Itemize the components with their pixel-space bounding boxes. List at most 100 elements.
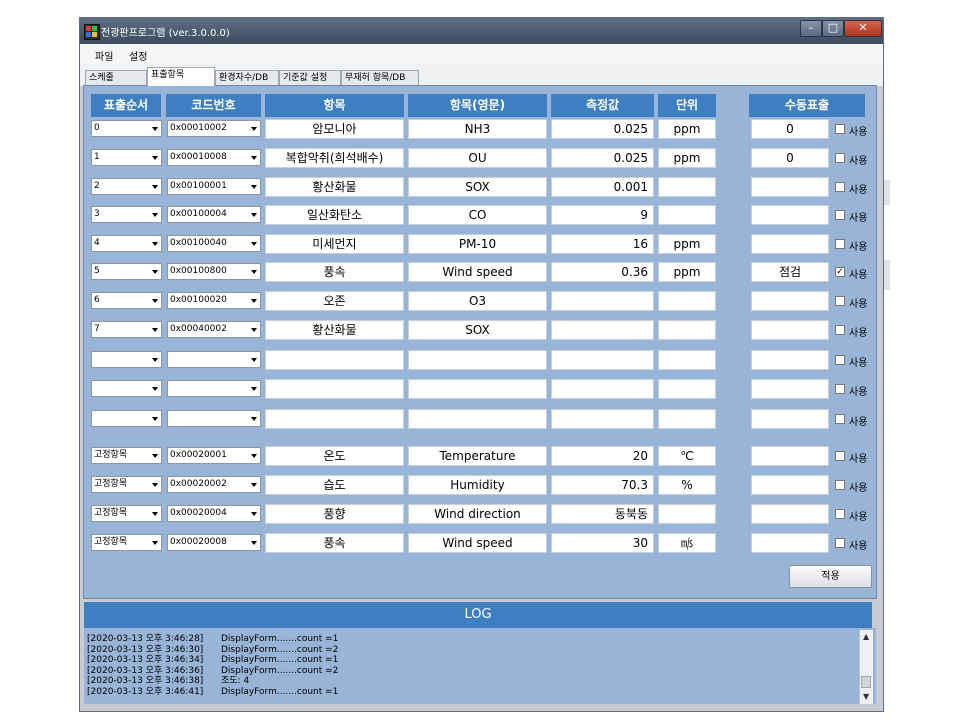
chevron-down-icon[interactable] (152, 417, 158, 421)
unit-cell[interactable]: % (658, 475, 716, 495)
value-cell[interactable] (551, 379, 654, 399)
chevron-down-icon[interactable] (251, 127, 257, 131)
use-checkbox[interactable] (835, 480, 845, 490)
value-cell[interactable]: 16 (551, 234, 654, 254)
value-cell[interactable]: 20 (551, 446, 654, 466)
item-name-cell[interactable]: 일산화탄소 (265, 205, 404, 225)
chevron-down-icon[interactable] (251, 454, 257, 458)
value-cell[interactable]: 0.025 (551, 148, 654, 168)
chevron-down-icon[interactable] (251, 213, 257, 217)
chevron-down-icon[interactable] (152, 213, 158, 217)
manual-value-cell[interactable] (751, 379, 829, 399)
order-combo[interactable]: 고정항목 (91, 476, 162, 493)
chevron-down-icon[interactable] (251, 185, 257, 189)
order-combo[interactable] (91, 410, 162, 427)
minimize-button[interactable]: – (800, 20, 822, 37)
value-cell[interactable]: 30 (551, 533, 654, 553)
chevron-down-icon[interactable] (251, 270, 257, 274)
item-en-cell[interactable]: Wind speed (408, 262, 547, 282)
chevron-down-icon[interactable] (251, 328, 257, 332)
manual-value-cell[interactable] (751, 205, 829, 225)
chevron-down-icon[interactable] (152, 156, 158, 160)
unit-cell[interactable]: ℃ (658, 446, 716, 466)
item-name-cell[interactable]: 풍속 (265, 262, 404, 282)
order-combo[interactable]: 5 (91, 263, 162, 280)
item-name-cell[interactable]: 오존 (265, 291, 404, 311)
item-en-cell[interactable]: Humidity (408, 475, 547, 495)
order-combo[interactable]: 7 (91, 321, 162, 338)
order-combo[interactable]: 4 (91, 235, 162, 252)
tab-schedule[interactable]: 스케줄 (85, 70, 147, 85)
use-checkbox[interactable] (835, 153, 845, 163)
item-en-cell[interactable]: PM-10 (408, 234, 547, 254)
unit-cell[interactable]: ppm (658, 119, 716, 139)
manual-value-cell[interactable] (751, 350, 829, 370)
code-combo[interactable]: 0x00100020 (167, 292, 261, 309)
manual-value-cell[interactable] (751, 504, 829, 524)
unit-cell[interactable] (658, 409, 716, 429)
unit-cell[interactable] (658, 504, 716, 524)
manual-value-cell[interactable]: 0 (751, 119, 829, 139)
tab-display-items[interactable]: 표출항목 (147, 67, 215, 86)
chevron-down-icon[interactable] (152, 185, 158, 189)
manual-value-cell[interactable] (751, 446, 829, 466)
item-en-cell[interactable]: CO (408, 205, 547, 225)
order-combo[interactable]: 고정항목 (91, 534, 162, 551)
use-checkbox[interactable]: ✓ (835, 267, 845, 277)
order-combo[interactable]: 0 (91, 120, 162, 137)
item-name-cell[interactable] (265, 350, 404, 370)
menu-settings[interactable]: 설정 (129, 48, 147, 63)
item-en-cell[interactable]: Wind speed (408, 533, 547, 553)
log-scrollbar[interactable]: ▲ ▼ (859, 630, 873, 704)
chevron-down-icon[interactable] (152, 328, 158, 332)
value-cell[interactable]: 70.3 (551, 475, 654, 495)
item-en-cell[interactable] (408, 409, 547, 429)
manual-value-cell[interactable]: 점검 (751, 262, 829, 282)
use-checkbox[interactable] (835, 355, 845, 365)
use-checkbox[interactable] (835, 239, 845, 249)
code-combo[interactable]: 0x00020004 (167, 505, 261, 522)
item-name-cell[interactable]: 풍속 (265, 533, 404, 553)
scroll-down-icon[interactable]: ▼ (863, 692, 869, 701)
item-name-cell[interactable]: 풍향 (265, 504, 404, 524)
unit-cell[interactable] (658, 205, 716, 225)
maximize-button[interactable]: □ (822, 20, 844, 37)
code-combo[interactable]: 0x00010002 (167, 120, 261, 137)
item-en-cell[interactable] (408, 350, 547, 370)
item-name-cell[interactable] (265, 409, 404, 429)
use-checkbox[interactable] (835, 182, 845, 192)
manual-value-cell[interactable] (751, 475, 829, 495)
chevron-down-icon[interactable] (251, 358, 257, 362)
tab-environment-db[interactable]: 환경자수/DB (215, 70, 279, 85)
chevron-down-icon[interactable] (251, 156, 257, 160)
item-name-cell[interactable]: 온도 (265, 446, 404, 466)
order-combo[interactable]: 3 (91, 206, 162, 223)
order-combo[interactable]: 1 (91, 149, 162, 166)
order-combo[interactable] (91, 351, 162, 368)
chevron-down-icon[interactable] (251, 299, 257, 303)
order-combo[interactable]: 2 (91, 178, 162, 195)
item-name-cell[interactable]: 황산화물 (265, 177, 404, 197)
value-cell[interactable]: 0.001 (551, 177, 654, 197)
code-combo[interactable]: 0x00010008 (167, 149, 261, 166)
code-combo[interactable]: 0x00100800 (167, 263, 261, 280)
use-checkbox[interactable] (835, 384, 845, 394)
use-checkbox[interactable] (835, 210, 845, 220)
order-combo[interactable]: 고정항목 (91, 505, 162, 522)
item-en-cell[interactable]: OU (408, 148, 547, 168)
code-combo[interactable] (167, 351, 261, 368)
chevron-down-icon[interactable] (251, 417, 257, 421)
chevron-down-icon[interactable] (251, 512, 257, 516)
manual-value-cell[interactable] (751, 177, 829, 197)
use-checkbox[interactable] (835, 296, 845, 306)
unit-cell[interactable] (658, 320, 716, 340)
chevron-down-icon[interactable] (152, 358, 158, 362)
scroll-up-icon[interactable]: ▲ (863, 632, 869, 641)
unit-cell[interactable] (658, 350, 716, 370)
chevron-down-icon[interactable] (152, 483, 158, 487)
manual-value-cell[interactable] (751, 234, 829, 254)
code-combo[interactable]: 0x00100040 (167, 235, 261, 252)
item-name-cell[interactable]: 암모니아 (265, 119, 404, 139)
unit-cell[interactable] (658, 291, 716, 311)
tab-misc-items-db[interactable]: 무재허 항목/DB (341, 70, 419, 85)
